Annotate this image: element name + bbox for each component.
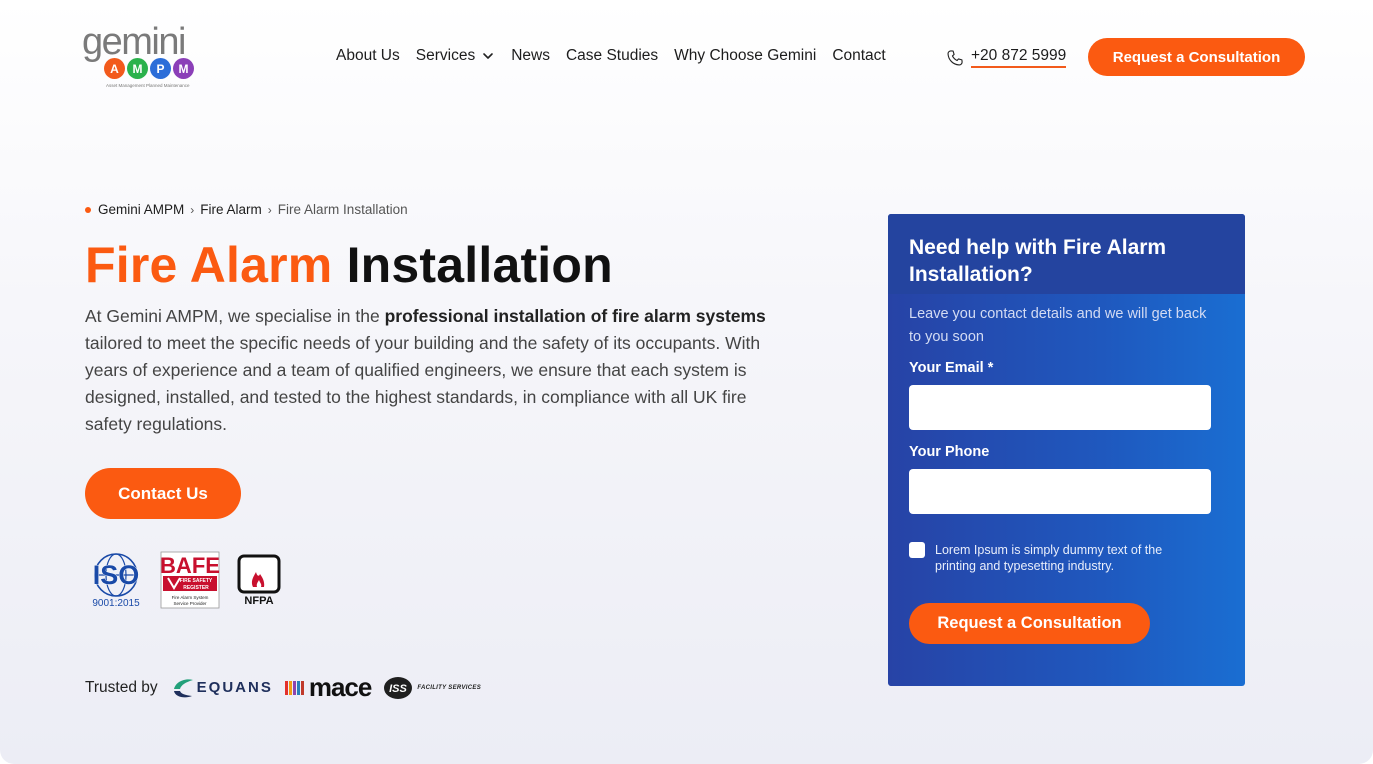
header-request-consultation-button[interactable]: Request a Consultation [1088, 38, 1305, 76]
nav-label: About Us [336, 47, 400, 64]
equans-wordmark: EQUANS [196, 679, 273, 696]
breadcrumb-dot-icon [85, 206, 91, 213]
form-request-consultation-button[interactable]: Request a Consultation [909, 603, 1150, 644]
nav-news[interactable]: News [511, 47, 550, 65]
bafe-certification-logo: BAFE FIRE SAFETY REGISTER Fire Alarm Sys… [160, 551, 220, 609]
breadcrumb-separator: › [267, 202, 272, 217]
phone-icon [947, 49, 963, 66]
nfpa-name: NFPA [244, 595, 273, 606]
bafe-line1: FIRE SAFETY [180, 578, 213, 584]
email-field[interactable] [909, 385, 1211, 430]
breadcrumb-home-link[interactable]: Gemini AMPM [98, 202, 184, 217]
logo-letter-m: M [127, 58, 148, 79]
logo-tagline: Asset Management Planned Maintenance [106, 83, 190, 88]
nav-label: Contact [832, 47, 886, 64]
iss-mark-text: ISS [389, 683, 407, 695]
trusted-by: Trusted by EQUANS mace ISS FACILITY SERV… [85, 672, 481, 703]
form-subtitle: Leave you contact details and we will ge… [909, 306, 1207, 345]
nav-label: Services [415, 47, 476, 64]
nav-label: News [511, 47, 550, 64]
logo-letters: A M P M [104, 58, 194, 79]
intro-bold: professional installation of fire alarm … [384, 306, 766, 326]
iso-standard: 9001:2015 [92, 598, 140, 609]
logo-letter-m2: M [173, 58, 194, 79]
consultation-form-card: Need help with Fire Alarm Installation? … [888, 214, 1245, 686]
gemini-logo[interactable]: gemini A M P M Asset Management Planned … [82, 22, 207, 90]
certification-logos: ISO 9001:2015 BAFE FIRE SAFETY REGISTER … [88, 551, 282, 609]
nav-why-choose-gemini[interactable]: Why Choose Gemini [674, 47, 816, 65]
mace-logo: mace [284, 672, 372, 703]
iso-name: ISO [93, 560, 140, 590]
bafe-caption1: Fire Alarm System [172, 595, 209, 600]
bafe-name: BAFE [160, 553, 220, 578]
nav-case-studies[interactable]: Case Studies [566, 47, 658, 65]
iss-subtitle: FACILITY SERVICES [417, 684, 482, 691]
logo-wordmark: gemini [82, 21, 186, 63]
nav-label: Why Choose Gemini [674, 47, 817, 64]
intro-start: At Gemini AMPM, we specialise in the [85, 306, 385, 326]
iss-logo: ISS FACILITY SERVICES [383, 675, 481, 701]
phone-field[interactable] [909, 469, 1211, 514]
logo-letter-a: A [104, 58, 125, 79]
consent-text: Lorem Ipsum is simply dummy text of the … [935, 543, 1163, 573]
breadcrumb-fire-alarm-link[interactable]: Fire Alarm [200, 202, 262, 217]
mace-wordmark: mace [308, 672, 372, 702]
equans-logo: EQUANS [172, 677, 273, 699]
nav-label: Case Studies [565, 47, 659, 64]
main-nav: About Us Services News Case Studies Why … [336, 47, 886, 65]
breadcrumb: Gemini AMPM › Fire Alarm › Fire Alarm In… [85, 202, 408, 217]
trusted-by-label: Trusted by [85, 678, 158, 696]
email-label: Your Email * [909, 360, 994, 376]
phone-number: +20 872 5999 [971, 47, 1067, 68]
chevron-down-icon [483, 53, 494, 59]
phone-link[interactable]: +20 872 5999 [946, 47, 1067, 68]
page-title-rest: Installation [346, 237, 613, 293]
bafe-line2: REGISTER [183, 585, 209, 591]
phone-label: Your Phone [909, 444, 990, 460]
page-title: Fire Alarm Installation [85, 236, 613, 294]
intro-paragraph: At Gemini AMPM, we specialise in the pro… [85, 303, 775, 438]
nfpa-certification-logo: NFPA [237, 554, 281, 606]
nav-services[interactable]: Services [416, 47, 495, 65]
nav-contact[interactable]: Contact [832, 47, 885, 65]
page: gemini A M P M Asset Management Planned … [0, 0, 1373, 764]
iss-mark-icon: ISS [384, 676, 413, 699]
iso-certification-logo: ISO 9001:2015 [92, 553, 140, 609]
logo-letter-p: P [150, 58, 171, 79]
nav-about-us[interactable]: About Us [336, 47, 400, 65]
contact-us-button[interactable]: Contact Us [85, 468, 241, 519]
form-title: Need help with Fire Alarm Installation? [909, 236, 1167, 286]
equans-mark-icon [173, 678, 193, 697]
page-title-accent: Fire Alarm [85, 237, 333, 293]
bafe-caption2: Service Provider [173, 601, 207, 606]
intro-end: tailored to meet the specific needs of y… [85, 333, 761, 434]
breadcrumb-current: Fire Alarm Installation [277, 202, 408, 217]
consent-checkbox[interactable] [909, 542, 925, 558]
breadcrumb-separator: › [190, 202, 195, 217]
mace-mark-icon [284, 680, 304, 695]
